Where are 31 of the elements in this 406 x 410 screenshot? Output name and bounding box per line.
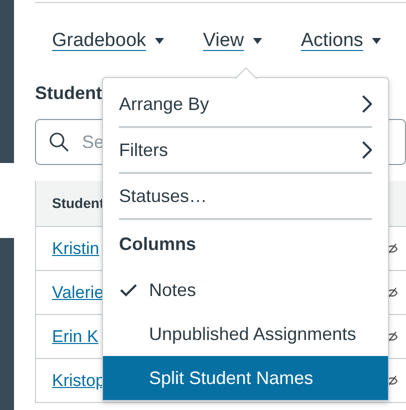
hidden-icon bbox=[386, 374, 398, 386]
student-name-link[interactable]: Erin K bbox=[52, 324, 98, 350]
menu-item[interactable]: Filters bbox=[103, 128, 388, 172]
hidden-icon bbox=[386, 330, 398, 342]
student-name-link[interactable]: Valerie bbox=[52, 280, 104, 306]
menu-item[interactable]: Unpublished Assignments bbox=[103, 312, 388, 356]
caret-icon bbox=[252, 38, 262, 44]
search-icon bbox=[49, 132, 69, 152]
chevron-right-icon bbox=[362, 141, 372, 159]
nav-menu-button[interactable]: View bbox=[203, 26, 262, 56]
menu-item[interactable]: Notes bbox=[103, 268, 388, 312]
menu-item[interactable]: Statuses… bbox=[103, 174, 388, 218]
column-header: Student bbox=[52, 194, 104, 213]
menu-item-label: Filters bbox=[119, 138, 169, 162]
section-heading: Student bbox=[35, 82, 102, 105]
menu-item[interactable]: Arrange By bbox=[103, 82, 388, 126]
chevron-right-icon bbox=[362, 95, 372, 113]
hidden-icon bbox=[386, 286, 398, 298]
menu-section-header: Columns bbox=[118, 232, 198, 256]
menu-item[interactable]: Split Student Names bbox=[103, 356, 388, 400]
nav-menu-button[interactable]: Gradebook bbox=[52, 26, 164, 56]
student-name-link[interactable]: Kristin bbox=[52, 236, 100, 262]
menu-item-label: Arrange By bbox=[119, 92, 210, 116]
menu-item-label: Split Student Names bbox=[149, 366, 314, 390]
menu-item-label: Notes bbox=[149, 278, 198, 302]
menu-item-label: Unpublished Assignments bbox=[149, 322, 358, 346]
caret-icon bbox=[372, 38, 382, 44]
nav-menu-button[interactable]: Actions bbox=[300, 26, 382, 56]
menu-item-label: Statuses… bbox=[119, 184, 208, 208]
hidden-icon bbox=[386, 242, 398, 254]
caret-icon bbox=[155, 38, 164, 44]
